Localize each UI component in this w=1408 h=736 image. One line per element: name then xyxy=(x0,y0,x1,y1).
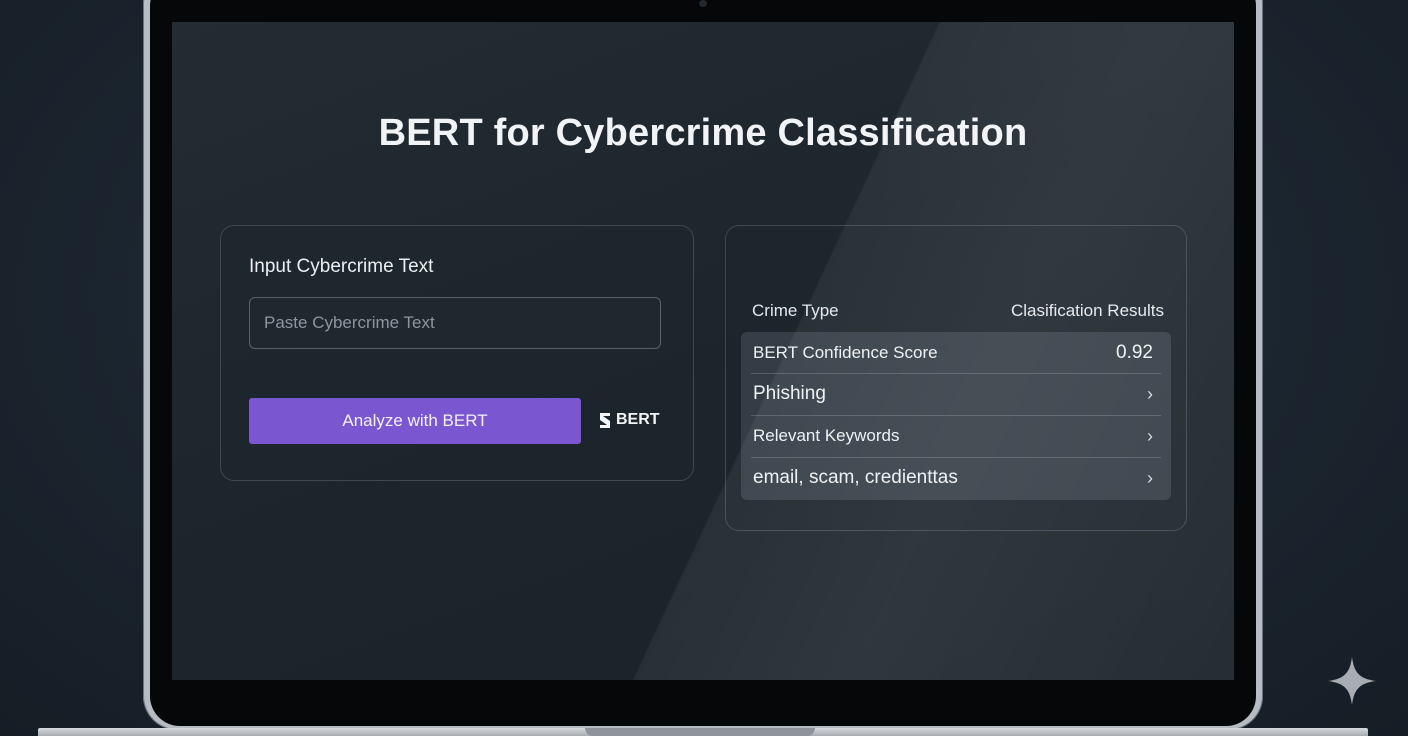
results-panel: Crime Type Clasification Results BERT Co… xyxy=(725,225,1187,531)
confidence-score-row: BERT Confidence Score 0.92 xyxy=(741,332,1171,374)
bert-logo: BERT xyxy=(597,411,660,429)
crime-type-value: Phishing xyxy=(753,383,826,404)
camera-icon xyxy=(699,0,707,7)
chevron-right-icon: › xyxy=(1147,426,1153,446)
crime-type-header: Crime Type xyxy=(752,301,839,320)
chevron-right-icon: › xyxy=(1147,384,1153,404)
app-screen: BERT for Cybercrime Classification Input… xyxy=(172,22,1234,680)
laptop-base-notch xyxy=(585,728,815,736)
input-panel-heading: Input Cybercrime Text xyxy=(249,256,434,277)
confidence-score-label: BERT Confidence Score xyxy=(753,343,938,362)
input-panel: Input Cybercrime Text Analyze with BERT … xyxy=(220,225,694,481)
keywords-list-value: email, scam, credienttas xyxy=(753,467,958,488)
crime-type-row[interactable]: Phishing › xyxy=(741,373,1171,415)
classification-results-header: Clasification Results xyxy=(1010,301,1164,320)
page-title: BERT for Cybercrime Classification xyxy=(378,112,1028,154)
confidence-score-value: 0.92 xyxy=(1116,342,1153,363)
cybercrime-text-input[interactable] xyxy=(249,297,661,349)
bert-logo-icon xyxy=(600,412,610,428)
chevron-right-icon: › xyxy=(1147,468,1153,488)
relevant-keywords-row[interactable]: Relevant Keywords › xyxy=(741,415,1171,457)
bert-logo-text: BERT xyxy=(616,411,660,428)
keywords-list-row[interactable]: email, scam, credienttas › xyxy=(741,457,1171,499)
analyze-with-bert-button[interactable]: Analyze with BERT xyxy=(249,398,581,444)
results-list: BERT Confidence Score 0.92 Phishing › Re… xyxy=(741,332,1171,500)
relevant-keywords-label: Relevant Keywords xyxy=(753,426,900,445)
sparkle-icon xyxy=(1328,657,1376,705)
